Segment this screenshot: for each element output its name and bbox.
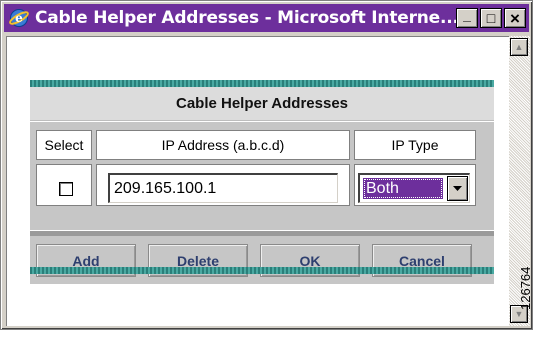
figure-id: 126764 xyxy=(518,266,533,310)
ie-icon: e xyxy=(8,7,30,29)
maximize-button[interactable]: □ xyxy=(480,8,502,28)
panel-bottom-bar xyxy=(30,267,494,274)
minimize-icon: _ xyxy=(463,7,471,23)
column-header-ip: IP Address (a.b.c.d) xyxy=(96,130,350,160)
scroll-up-button[interactable]: ▲ xyxy=(510,38,528,56)
chevron-down-icon xyxy=(453,185,462,191)
ip-type-select[interactable]: Both xyxy=(358,173,470,203)
window-title: Cable Helper Addresses - Microsoft Inter… xyxy=(35,8,459,28)
button-row: Add Delete OK Cancel xyxy=(30,236,494,284)
ip-type-selected-value: Both xyxy=(363,178,443,199)
maximize-icon: □ xyxy=(486,10,496,26)
arrow-down-icon: ▼ xyxy=(514,309,524,319)
column-header-type: IP Type xyxy=(354,130,476,160)
close-button[interactable]: × xyxy=(504,8,526,28)
minimize-button[interactable]: _ xyxy=(456,8,478,28)
close-icon: × xyxy=(510,8,520,28)
row-select-checkbox[interactable] xyxy=(59,182,73,196)
svg-text:e: e xyxy=(15,11,23,25)
ip-address-input[interactable]: 209.165.100.1 xyxy=(108,173,338,203)
panel-top-bar xyxy=(30,80,494,87)
column-header-select: Select xyxy=(36,130,92,160)
arrow-up-icon: ▲ xyxy=(514,42,524,52)
title-bar[interactable]: e Cable Helper Addresses - Microsoft Int… xyxy=(4,4,529,32)
dropdown-button[interactable] xyxy=(447,176,468,201)
panel-title: Cable Helper Addresses xyxy=(30,87,494,121)
